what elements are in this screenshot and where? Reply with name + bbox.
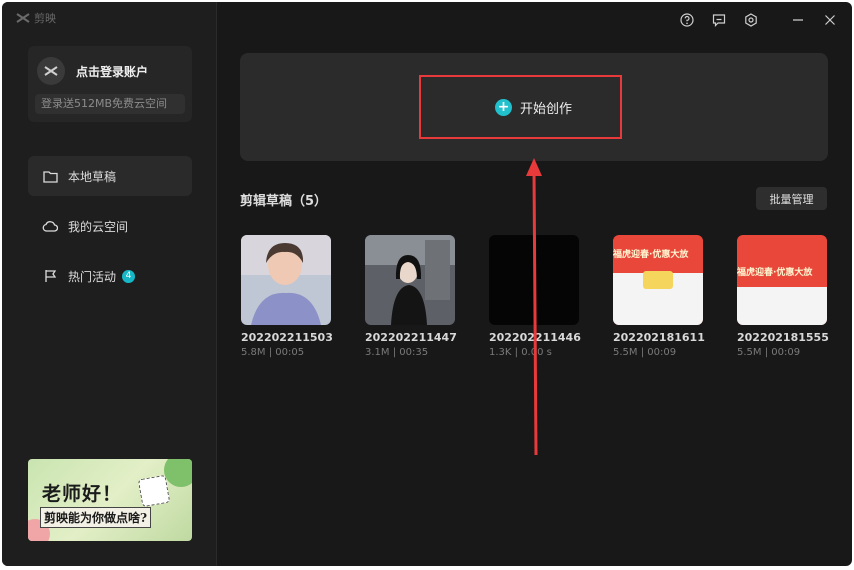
start-creation-label: 开始创作 (520, 102, 573, 117)
draft-meta: 5.8M | 00:05 (241, 347, 305, 358)
capcut-logo-icon (16, 13, 30, 23)
login-card[interactable]: 点击登录账户 登录送512MB免费云空间 (28, 46, 192, 122)
draft-meta: 1.3K | 0.00 s (489, 347, 552, 358)
feedback-icon[interactable] (709, 10, 729, 30)
app-logo: 剪映 (16, 10, 56, 26)
draft-card[interactable]: 202202211446 1.3K | 0.00 s (489, 235, 581, 358)
draft-card[interactable]: 福虎迎春·优惠大放 202202181611 5.5M | 00:09 (613, 235, 705, 358)
cloud-icon (42, 218, 58, 234)
thumbnail-banner-text: 福虎迎春·优惠大放 (613, 250, 689, 260)
draft-thumbnail[interactable] (241, 235, 331, 325)
draft-card[interactable]: 202202211447 3.1M | 00:35 (365, 235, 457, 358)
minimize-icon[interactable] (788, 10, 808, 30)
sidebar-item-hot-events[interactable]: 热门活动 4 (28, 256, 192, 296)
draft-name: 202202181555 (737, 331, 829, 344)
flag-icon (42, 268, 58, 284)
help-icon[interactable] (677, 10, 697, 30)
draft-thumbnail[interactable]: 福虎迎春·优惠大放 (613, 235, 703, 325)
drafts-section-title: 剪辑草稿（5） (240, 194, 328, 209)
login-link[interactable]: 点击登录账户 (76, 63, 148, 80)
sidebar-item-local-drafts[interactable]: 本地草稿 (28, 156, 192, 196)
draft-thumbnail[interactable]: 福虎迎春·优惠大放 (737, 235, 827, 325)
batch-manage-button[interactable]: 批量管理 (756, 187, 827, 210)
avatar[interactable] (37, 57, 65, 85)
draft-name: 202202211446 (489, 331, 581, 344)
draft-name: 202202181611 (613, 331, 705, 344)
toolbar (677, 10, 761, 30)
sidebar-item-label: 我的云空间 (68, 219, 129, 234)
banner-decoration (164, 459, 192, 487)
capcut-logo-icon (44, 66, 58, 76)
draft-name: 202202211447 (365, 331, 457, 344)
sidebar: 剪映 点击登录账户 登录送512MB免费云空间 本地草稿 我的云空间 热门活动 … (2, 2, 217, 566)
draft-thumbnail[interactable] (365, 235, 455, 325)
sidebar-item-label: 热门活动 (68, 269, 117, 284)
close-icon[interactable] (820, 10, 840, 30)
banner-decoration (137, 474, 171, 508)
draft-meta: 5.5M | 00:09 (613, 347, 677, 358)
folder-icon (42, 168, 58, 184)
settings-icon[interactable] (741, 10, 761, 30)
draft-card[interactable]: 福虎迎春·优惠大放 202202181555 5.5M | 00:09 (737, 235, 829, 358)
thumbnail-banner-text: 福虎迎春·优惠大放 (737, 268, 813, 278)
promo-banner[interactable]: 老师好！ 剪映能为你做点啥? (28, 459, 192, 541)
draft-thumbnail[interactable] (489, 235, 579, 325)
sidebar-item-label: 本地草稿 (68, 169, 117, 184)
draft-name: 202202211503 (241, 331, 333, 344)
draft-card[interactable]: 202202211503 5.8M | 00:05 (241, 235, 333, 358)
notification-badge: 4 (122, 269, 136, 283)
app-name: 剪映 (34, 12, 56, 25)
start-creation-button[interactable]: + 开始创作 (495, 98, 572, 117)
banner-headline: 老师好！ (42, 483, 123, 505)
banner-subline: 剪映能为你做点啥? (40, 507, 152, 528)
draft-meta: 3.1M | 00:35 (365, 347, 429, 358)
plus-icon: + (495, 99, 512, 116)
draft-meta: 5.5M | 00:09 (737, 347, 801, 358)
window-controls (788, 10, 840, 30)
app-window: 剪映 点击登录账户 登录送512MB免费云空间 本地草稿 我的云空间 热门活动 … (2, 2, 852, 566)
sidebar-item-cloud-space[interactable]: 我的云空间 (28, 206, 192, 246)
cloud-space-promo[interactable]: 登录送512MB免费云空间 (35, 94, 185, 114)
